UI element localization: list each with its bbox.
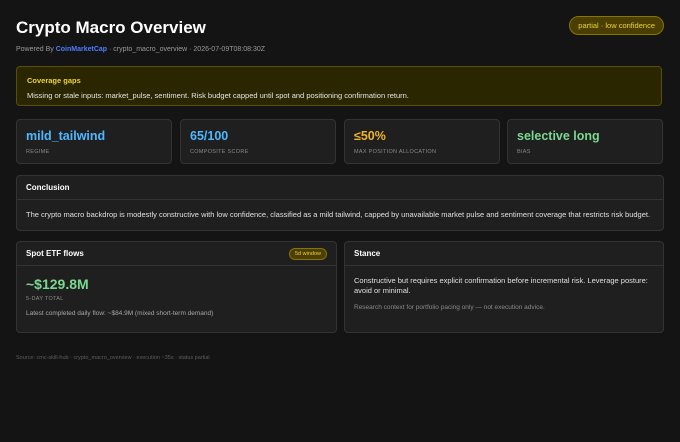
stance-body: Constructive but requires explicit confi… bbox=[345, 266, 663, 321]
metrics-row: mild_tailwind REGIME 65/100 COMPOSITE SC… bbox=[16, 119, 664, 164]
footer-source: Source: cmc-skill-hub · crypto_macro_ove… bbox=[16, 355, 210, 361]
conclusion-header: Conclusion bbox=[17, 176, 663, 200]
subtitle-suffix: · crypto_macro_overview · 2026-07-09T08:… bbox=[107, 46, 266, 53]
metric-label: BIAS bbox=[517, 149, 531, 155]
coverage-gaps-text: Missing or stale inputs: market_pulse, s… bbox=[27, 91, 409, 100]
coinmarketcap-link[interactable]: CoinMarketCap bbox=[56, 46, 107, 53]
etf-latest-flow-note: Latest completed daily flow: ~$84.9M (mi… bbox=[26, 310, 214, 317]
metric-label: MAX POSITION ALLOCATION bbox=[354, 149, 437, 155]
metric-regime: mild_tailwind REGIME bbox=[16, 119, 172, 164]
etf-window-badge: 5d window bbox=[289, 247, 327, 260]
stance-title: Stance bbox=[354, 249, 381, 258]
stance-text: Constructive but requires explicit confi… bbox=[354, 276, 648, 296]
subtitle: Powered By CoinMarketCap · crypto_macro_… bbox=[16, 46, 265, 53]
etf-body: ~$129.8M 5-DAY TOTAL Latest completed da… bbox=[17, 266, 336, 327]
metric-value: selective long bbox=[517, 129, 600, 143]
subtitle-prefix: Powered By bbox=[16, 46, 54, 53]
status-badge: partial · low confidence bbox=[569, 16, 664, 35]
etf-total-caption: 5-DAY TOTAL bbox=[26, 296, 64, 302]
page-title: Crypto Macro Overview bbox=[16, 18, 206, 37]
stance-header: Stance bbox=[345, 242, 663, 266]
metric-max-position: ≤50% MAX POSITION ALLOCATION bbox=[344, 119, 500, 164]
metric-value: 65/100 bbox=[190, 129, 229, 143]
conclusion-card: Conclusion The crypto macro backdrop is … bbox=[16, 175, 664, 231]
metric-label: COMPOSITE SCORE bbox=[190, 149, 249, 155]
metric-value: ≤50% bbox=[354, 129, 386, 143]
metric-bias: selective long BIAS bbox=[507, 119, 663, 164]
metric-composite-score: 65/100 COMPOSITE SCORE bbox=[180, 119, 336, 164]
etf-title: Spot ETF flows bbox=[26, 249, 84, 258]
conclusion-title: Conclusion bbox=[26, 183, 70, 192]
etf-header: Spot ETF flows 5d window bbox=[17, 242, 336, 266]
conclusion-text: The crypto macro backdrop is modestly co… bbox=[26, 210, 651, 219]
etf-total-value: ~$129.8M bbox=[26, 276, 89, 292]
header: Crypto Macro Overview partial · low conf… bbox=[16, 16, 664, 38]
stance-disclaimer: Research context for portfolio pacing on… bbox=[354, 304, 545, 312]
metric-value: mild_tailwind bbox=[26, 129, 106, 143]
coverage-gaps-title: Coverage gaps bbox=[27, 76, 81, 85]
metric-label: REGIME bbox=[26, 149, 50, 155]
coverage-gaps-alert: Coverage gaps Missing or stale inputs: m… bbox=[16, 66, 662, 106]
stance-card: Stance Constructive but requires explici… bbox=[344, 241, 664, 333]
spot-etf-flows-card: Spot ETF flows 5d window ~$129.8M 5-DAY … bbox=[16, 241, 337, 333]
